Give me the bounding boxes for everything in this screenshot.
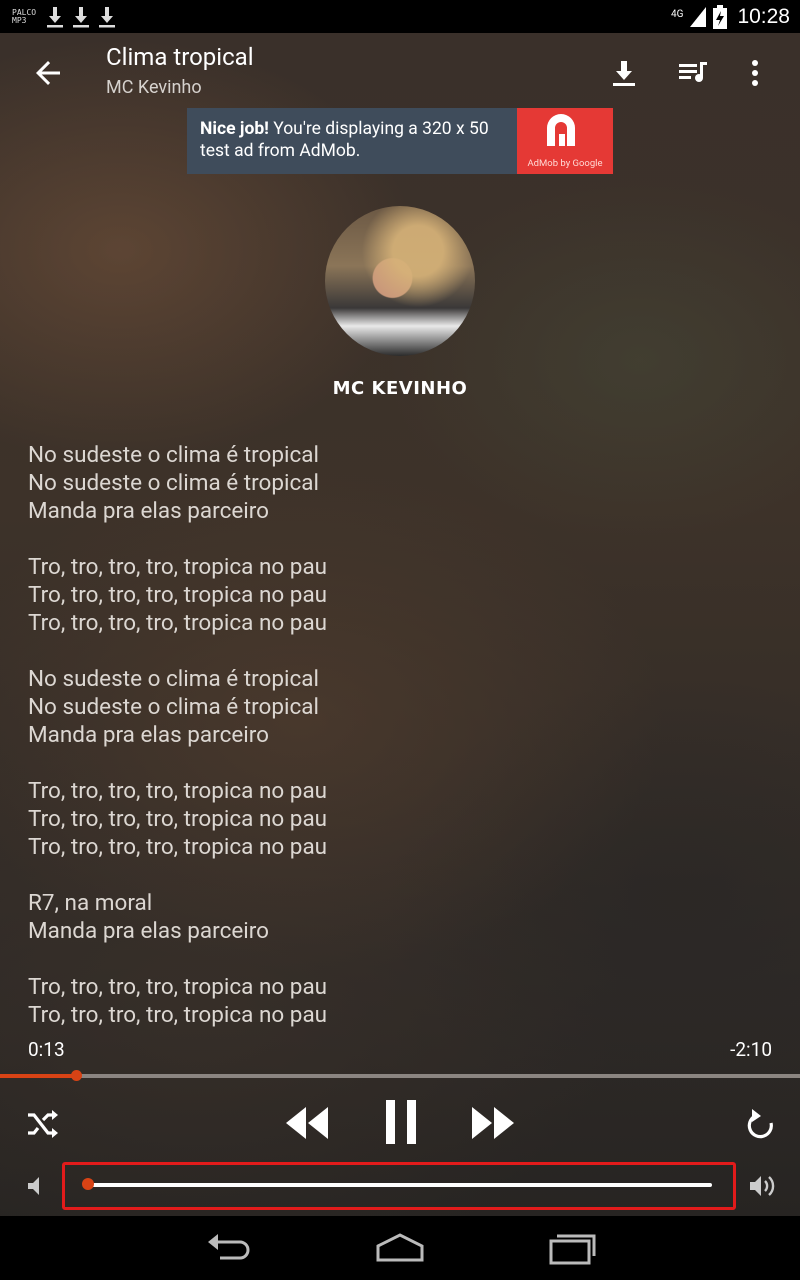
seek-bar-fill bbox=[0, 1074, 76, 1078]
admob-logo: AdMob by Google bbox=[517, 108, 613, 174]
lyric-line bbox=[28, 637, 768, 665]
volume-high-icon bbox=[750, 1176, 775, 1196]
remaining-time: -2:10 bbox=[730, 1038, 772, 1061]
lyric-line: Tro, tro, tro, tro, tropica no pau bbox=[28, 1002, 328, 1028]
seek-bar-thumb[interactable] bbox=[71, 1070, 82, 1081]
arrow-back-icon[interactable] bbox=[30, 55, 66, 91]
lyric-line: Manda pra elas parceiro bbox=[28, 498, 269, 524]
nav-back-icon[interactable] bbox=[202, 1230, 258, 1266]
lyric-line: Tro, tro, tro, tro, tropica no pau bbox=[28, 806, 328, 832]
lyric-line: Tro, tro, tro, tro, tropica no pau bbox=[28, 778, 328, 804]
nav-home-icon[interactable] bbox=[372, 1230, 428, 1266]
app-logo-icon: PALCO MP3 bbox=[12, 7, 37, 25]
pause-icon[interactable] bbox=[378, 1096, 424, 1148]
rewind-icon[interactable] bbox=[284, 1100, 330, 1146]
lyric-line bbox=[28, 525, 768, 553]
nav-recent-apps-icon[interactable] bbox=[544, 1230, 600, 1266]
volume-slider-thumb[interactable] bbox=[82, 1178, 94, 1190]
lyric-line bbox=[28, 749, 768, 777]
clock: 10:28 bbox=[737, 4, 790, 28]
volume-low-icon bbox=[28, 1177, 39, 1195]
queue-music-icon[interactable] bbox=[673, 53, 713, 93]
lyric-line: Tro, tro, tro, tro, tropica no pau bbox=[28, 554, 328, 580]
download-notification-icon bbox=[99, 6, 115, 27]
shuffle-icon[interactable] bbox=[24, 1106, 60, 1142]
admob-icon bbox=[547, 114, 575, 146]
lyric-line: Manda pra elas parceiro bbox=[28, 918, 269, 944]
more-vert-icon[interactable] bbox=[735, 53, 775, 93]
lyric-line: No sudeste o clima é tropical bbox=[28, 694, 319, 720]
ad-banner[interactable]: Nice job! You're displaying a 320 x 50 t… bbox=[187, 108, 613, 174]
elapsed-time: 0:13 bbox=[28, 1038, 65, 1061]
lyric-line: No sudeste o clima é tropical bbox=[28, 442, 319, 468]
download-notification-icon bbox=[47, 6, 63, 27]
artist-avatar bbox=[325, 206, 475, 356]
lyric-line: Tro, tro, tro, tro, tropica no pau bbox=[28, 834, 328, 860]
app-bar: Clima tropical MC Kevinho bbox=[0, 33, 800, 107]
lyric-line: Tro, tro, tro, tro, tropica no pau bbox=[28, 974, 328, 1000]
lyric-line: No sudeste o clima é tropical bbox=[28, 666, 319, 692]
lyrics-text: No sudeste o clima é tropical No sudeste … bbox=[28, 441, 768, 1029]
lyric-line: No sudeste o clima é tropical bbox=[28, 470, 319, 496]
lyric-line: Tro, tro, tro, tro, tropica no pau bbox=[28, 610, 328, 636]
song-title: Clima tropical bbox=[106, 43, 254, 71]
song-artist: MC Kevinho bbox=[106, 77, 202, 98]
volume-slider[interactable] bbox=[82, 1178, 712, 1190]
download-icon[interactable] bbox=[604, 53, 644, 93]
repeat-icon[interactable] bbox=[741, 1106, 779, 1144]
battery-icon bbox=[713, 4, 728, 29]
system-nav-bar bbox=[0, 1216, 800, 1280]
ad-text: Nice job! You're displaying a 320 x 50 t… bbox=[187, 108, 517, 174]
lyric-line: Manda pra elas parceiro bbox=[28, 722, 269, 748]
signal-icon bbox=[690, 6, 707, 27]
ad-brand-label: AdMob by Google bbox=[527, 158, 603, 169]
download-notification-icon bbox=[73, 6, 89, 27]
artist-name: MC KEVINHO bbox=[332, 378, 468, 399]
fast-forward-icon[interactable] bbox=[470, 1100, 516, 1146]
network-type: 4G bbox=[671, 8, 684, 20]
seek-bar[interactable] bbox=[0, 1070, 800, 1081]
lyric-line: R7, na moral bbox=[28, 890, 153, 916]
lyric-line bbox=[28, 861, 768, 889]
status-bar: PALCO MP3 4G 10:28 bbox=[0, 0, 800, 33]
lyric-line bbox=[28, 945, 768, 973]
ad-bold-text: Nice job! bbox=[200, 119, 269, 139]
lyric-line: Tro, tro, tro, tro, tropica no pau bbox=[28, 582, 328, 608]
